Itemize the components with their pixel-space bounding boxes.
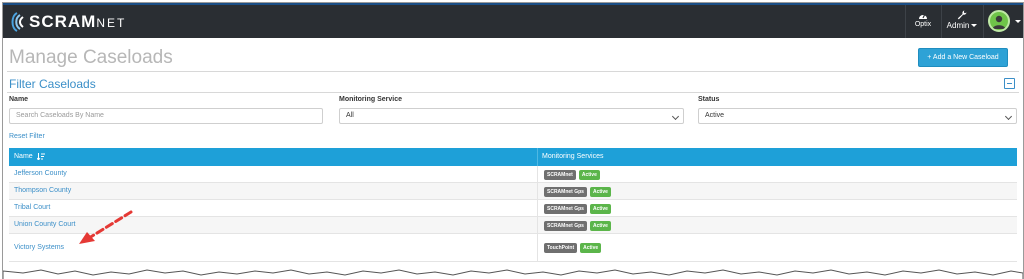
app-logo[interactable]: SCRAMNET [9, 11, 126, 33]
service-cell: TouchPoint Active [537, 234, 602, 262]
caseload-name-link[interactable]: Jefferson County [14, 170, 67, 177]
status-badge: Active [589, 203, 611, 214]
name-filter-label: Name [9, 96, 29, 103]
service-filter-label: Monitoring Service [339, 96, 403, 103]
service-cell: SCRAMnet Active [537, 166, 600, 183]
caseload-name-link[interactable]: Union County Court [14, 221, 75, 228]
filter-divider [7, 92, 1019, 93]
nav-divider [941, 5, 942, 38]
red-dashed-arrow-icon [79, 210, 133, 244]
column-header-name[interactable]: Name [9, 148, 45, 166]
wave-logo-icon [11, 12, 24, 32]
user-menu[interactable] [985, 8, 1021, 36]
column-name-label: Name [14, 153, 33, 160]
nav-divider [983, 5, 984, 38]
service-badge: SCRAMnet Gps [544, 203, 587, 214]
app-window: SCRAMNET Optix Admin Manage Caseloads + … [2, 2, 1024, 279]
service-badge: SCRAMnet [544, 169, 576, 180]
table-row: Victory Systems TouchPoint Active [9, 234, 1017, 262]
nav-divider [905, 5, 906, 38]
reset-filter-link[interactable]: Reset Filter [9, 133, 45, 140]
chevron-down-icon [971, 24, 978, 28]
user-avatar-icon [988, 10, 1010, 32]
table-header: Name Monitoring Services [9, 148, 1017, 166]
table-row: Thompson County SCRAMnet Gps Active [9, 183, 1017, 200]
service-cell: SCRAMnet Gps Active [537, 200, 611, 217]
service-cell: SCRAMnet Gps Active [537, 183, 611, 200]
status-badge: Active [580, 243, 602, 253]
top-navbar: SCRAMNET Optix Admin [3, 3, 1023, 38]
table-row: Tribal Court SCRAMnet Gps Active [9, 200, 1017, 217]
column-header-services: Monitoring Services [542, 153, 604, 160]
status-select[interactable]: Active [698, 108, 1017, 124]
table-row: Union County Court SCRAMnet Gps Active [9, 217, 1017, 234]
logo-text: SCRAMNET [29, 12, 126, 32]
filter-section-title: Filter Caseloads [9, 77, 96, 91]
header-divider [7, 71, 1019, 72]
logo-suffix: NET [96, 16, 127, 30]
caseload-name-link[interactable]: Thompson County [14, 187, 71, 194]
dashboard-gauge-icon [919, 13, 927, 19]
service-cell: SCRAMnet Gps Active [537, 217, 611, 234]
sort-ascending-icon [36, 152, 45, 161]
service-badge: SCRAMnet Gps [544, 220, 587, 231]
minus-square-icon[interactable] [1004, 78, 1015, 89]
page-title: Manage Caseloads [9, 47, 173, 68]
logo-brand: SCRAM [29, 12, 97, 31]
status-badge: Active [578, 169, 600, 180]
table-row: Jefferson County SCRAMnet Active [9, 166, 1017, 183]
add-caseload-button[interactable]: + Add a New Caseload [918, 48, 1008, 67]
chevron-down-icon [671, 112, 680, 121]
nav-optix-label: Optix [914, 21, 932, 28]
nav-admin-label: Admin [946, 21, 970, 30]
name-search-placeholder: Search Caseloads By Name [16, 112, 104, 119]
service-select[interactable]: All [339, 108, 684, 124]
nav-optix[interactable]: Optix [909, 9, 937, 28]
status-badge: Active [589, 220, 611, 231]
service-badge: TouchPoint [544, 243, 578, 253]
caseload-name-link[interactable]: Tribal Court [14, 204, 50, 211]
nav-admin[interactable]: Admin [943, 9, 981, 30]
status-badge: Active [589, 186, 611, 197]
caseload-name-link[interactable]: Victory Systems [14, 244, 64, 251]
chevron-down-icon [1004, 112, 1013, 121]
service-select-value: All [346, 112, 354, 119]
torn-edge-decoration [3, 269, 1023, 279]
status-select-value: Active [705, 112, 725, 119]
service-badge: SCRAMnet Gps [544, 186, 587, 197]
wrench-icon [957, 10, 967, 20]
chevron-down-icon [1015, 20, 1021, 23]
name-search-input[interactable]: Search Caseloads By Name [9, 108, 323, 124]
status-filter-label: Status [698, 96, 720, 103]
